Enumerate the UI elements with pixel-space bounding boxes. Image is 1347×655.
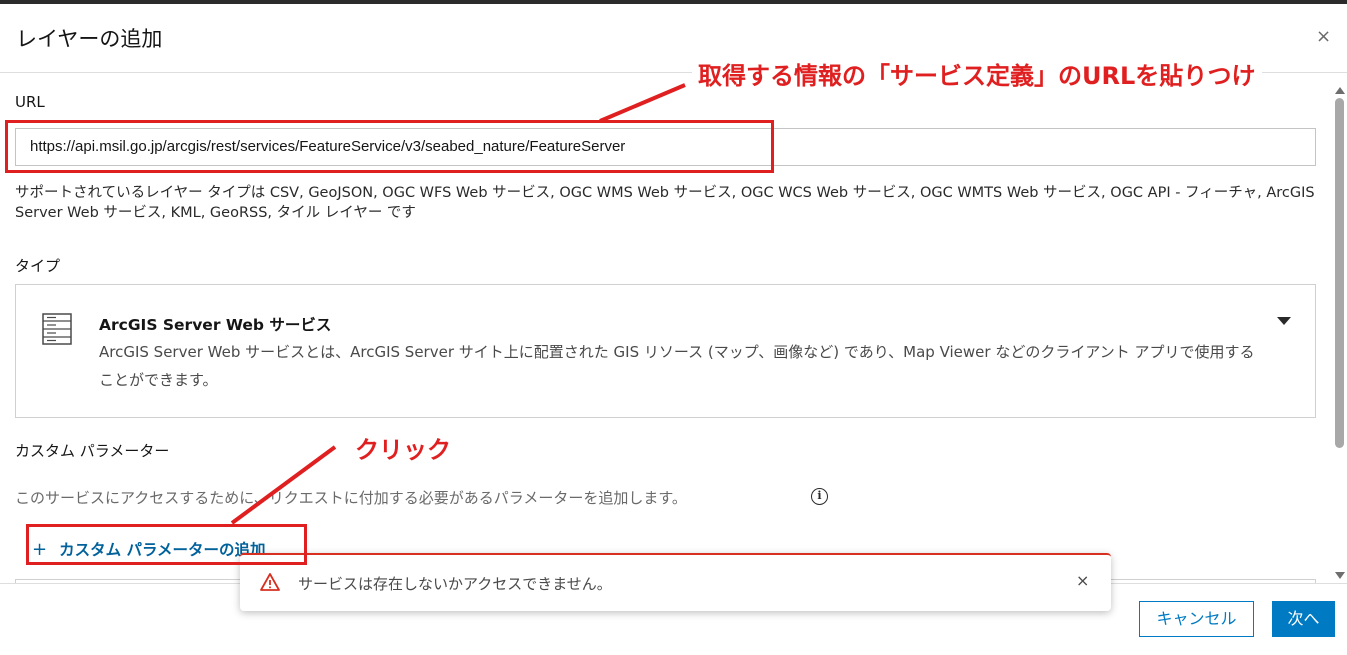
next-button[interactable]: 次へ xyxy=(1272,601,1335,637)
add-param-highlight-box xyxy=(26,524,307,565)
server-icon xyxy=(42,313,72,345)
custom-params-label: カスタム パラメーター xyxy=(15,442,170,460)
warning-triangle-icon xyxy=(260,573,280,591)
scroll-down-icon[interactable] xyxy=(1335,572,1345,579)
cancel-button[interactable]: キャンセル xyxy=(1139,601,1254,637)
toast-message: サービスは存在しないかアクセスできません。 xyxy=(298,575,612,593)
info-icon[interactable]: i xyxy=(811,488,828,505)
scroll-up-icon[interactable] xyxy=(1335,87,1345,94)
dialog-title: レイヤーの追加 xyxy=(16,27,163,51)
error-toast: サービスは存在しないかアクセスできません。 × xyxy=(240,553,1111,611)
type-name: ArcGIS Server Web サービス xyxy=(99,316,332,334)
supported-types-hint: サポートされているレイヤー タイプは CSV, GeoJSON, OGC WFS… xyxy=(15,185,1315,221)
chevron-down-icon[interactable] xyxy=(1277,317,1291,325)
click-annotation: クリック xyxy=(355,430,451,465)
url-label: URL xyxy=(15,93,45,111)
url-highlight-box xyxy=(5,120,774,173)
type-description: ArcGIS Server Web サービスとは、ArcGIS Server サ… xyxy=(99,343,1255,389)
scrollbar[interactable] xyxy=(1332,73,1347,583)
url-annotation: 取得する情報の「サービス定義」のURLを貼りつけ xyxy=(692,56,1262,91)
close-icon[interactable]: × xyxy=(1316,26,1331,47)
scroll-thumb[interactable] xyxy=(1335,98,1344,448)
type-label: タイプ xyxy=(15,257,61,275)
custom-params-description: このサービスにアクセスするために、リクエストに付加する必要があるパラメーターを追… xyxy=(15,489,687,507)
toast-close-icon[interactable]: × xyxy=(1076,571,1089,590)
type-select[interactable]: ArcGIS Server Web サービス ArcGIS Server Web… xyxy=(15,284,1316,418)
